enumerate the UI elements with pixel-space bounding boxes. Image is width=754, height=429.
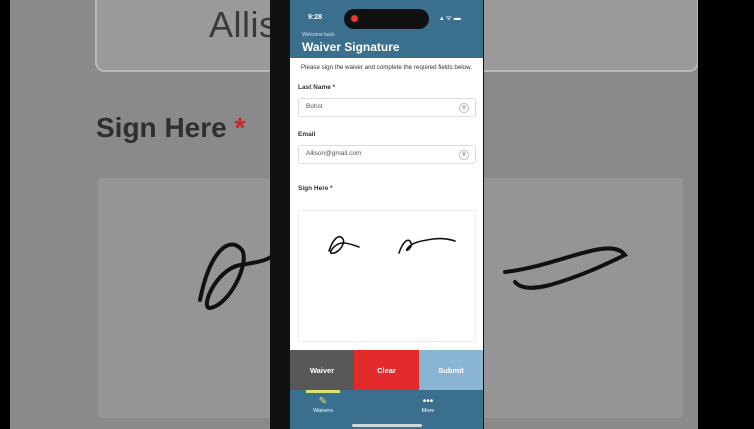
tab-waivers[interactable]: ✎ Waivers (293, 396, 353, 414)
status-time: 9:28 (308, 14, 323, 21)
recording-indicator-icon (351, 15, 358, 22)
clear-email-icon[interactable]: ⊗ (459, 150, 469, 160)
tab-more[interactable]: ••• More (398, 396, 458, 414)
waiver-button[interactable]: Waiver (290, 350, 354, 390)
dynamic-island (344, 9, 429, 29)
clear-last-name-icon[interactable]: ⊗ (459, 103, 469, 113)
last-name-label: Last Name * (298, 84, 336, 91)
more-icon: ••• (422, 396, 434, 407)
tab-waivers-label: Waivers (313, 408, 333, 414)
email-label: Email (298, 131, 316, 138)
tab-more-label: More (421, 408, 435, 414)
page-title: Waiver Signature (302, 40, 400, 54)
action-bar: Waiver Clear Submit (290, 350, 483, 390)
form-content: Please sign the waiver and complete the … (290, 58, 483, 350)
header-subtitle: Welcome back (302, 32, 335, 38)
submit-button[interactable]: Submit (419, 350, 483, 390)
phone-screen: 9:28 ▴ ᯤ ▬ Welcome back Waiver Signature… (290, 0, 483, 429)
video-letterbox-left (0, 0, 10, 429)
edit-icon: ✎ (318, 396, 328, 407)
last-name-field[interactable]: Bohst ⊗ (298, 98, 476, 117)
video-letterbox-right (698, 0, 754, 429)
signature-stroke (328, 235, 456, 254)
clear-button[interactable]: Clear (354, 350, 419, 390)
status-icons: ▴ ᯤ ▬ (440, 15, 461, 22)
last-name-value: Bohst (306, 103, 323, 110)
status-bar: 9:28 ▴ ᯤ ▬ (290, 0, 483, 34)
active-tab-indicator (306, 390, 340, 393)
sign-here-label: Sign Here * (298, 185, 333, 192)
email-field[interactable]: Allison@gmail.com ⊗ (298, 145, 476, 164)
signature-pad[interactable] (298, 210, 476, 342)
email-value: Allison@gmail.com (306, 150, 362, 157)
bottom-tab-bar: ✎ Waivers ••• More (290, 390, 483, 429)
form-intro-text: Please sign the waiver and complete the … (301, 64, 472, 71)
phone-frame: 9:28 ▴ ᯤ ▬ Welcome back Waiver Signature… (270, 0, 484, 429)
home-indicator (352, 424, 422, 427)
